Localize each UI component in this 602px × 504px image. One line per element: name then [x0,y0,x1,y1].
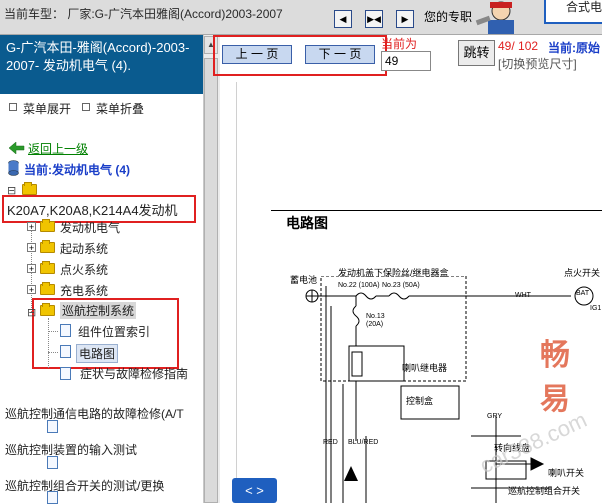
mechanic-icon [475,1,514,34]
tree-line [48,352,58,353]
preview-size-toggle[interactable]: [切换预览尺寸] [498,55,577,72]
tree-item-cruise-switch-test[interactable]: 巡航控制组合开关的测试/更换 [5,477,164,494]
page-count: 49/ 102 [498,39,539,53]
folder-icon [40,240,55,253]
sidebar-title: G-广汽本田-雅阁(Accord)-2003-2007- 发动机电气 (4). [0,35,203,94]
folder-icon [40,261,55,274]
vehicle-info: 当前车型： 厂家:G-广汽本田雅阁(Accord)2003-2007 [4,8,283,21]
folder-open-icon [40,303,55,316]
collapse-minus-icon[interactable]: ⊟ [27,306,36,319]
expand-plus-icon[interactable]: + [27,222,36,232]
diagram-title: 电路图 [286,215,328,231]
sidebar-scroll-thumb[interactable] [204,58,218,503]
back-link[interactable]: 返回上一级 [28,140,88,157]
next-nav-button[interactable]: ▶ [396,10,414,28]
document-icon [60,324,71,337]
folder-icon [22,182,37,195]
back-arrow-icon [9,142,25,154]
tree-line [48,331,58,332]
next-page-button[interactable]: 下 一 页 [305,45,375,64]
collapse-icon [82,103,90,111]
document-icon [60,345,71,358]
pause-nav-button[interactable]: ▶◀ [365,10,383,28]
tree-item-troubleshooting-guide[interactable]: 症状与故障检修指南 [80,365,188,382]
tree-item-cruise-control[interactable]: 巡航控制系统 [60,302,137,319]
profession-label: 您的专职 [424,10,473,24]
tree-item-cruise-input-test[interactable]: 巡航控制装置的输入测试 [5,441,137,458]
prev-nav-button[interactable]: ◀ [334,10,352,28]
folder-icon [40,282,55,295]
tree-item-circuit-diagram[interactable]: 电路图 [76,344,119,363]
document-icon [47,491,58,504]
current-doc-label: 当前:原始 [548,41,600,55]
logo: 合式电 [544,0,602,24]
expand-plus-icon[interactable]: + [27,264,36,274]
tree-item-engine-electrical[interactable]: 发动机电气 [60,219,120,236]
jump-button[interactable]: 跳转 [458,40,495,66]
watermark-logo: 畅易 [540,339,572,416]
document-icon [47,420,58,433]
bottom-nav-button[interactable]: < > [232,478,277,503]
current-location: 当前:发动机电气 (4) [24,163,130,177]
menu-expand-link[interactable]: 菜单展开 [23,100,71,117]
document-icon [60,367,71,380]
folder-icon [40,219,55,232]
tree-line [48,318,49,368]
current-page-label: 当前为 [381,37,418,51]
tree-item-starting[interactable]: 起动系统 [60,240,108,257]
prev-page-button[interactable]: 上 一 页 [222,45,292,64]
expand-plus-icon[interactable]: + [27,285,36,295]
expand-icon [9,103,17,111]
tree-item-ignition[interactable]: 点火系统 [60,261,108,278]
document-icon [47,456,58,469]
expand-plus-icon[interactable]: + [27,243,36,253]
tree-item-component-index[interactable]: 组件位置索引 [78,323,150,340]
tree-item-cruise-comm-circuit[interactable]: 巡航控制通信电路的故障检修(A/T [5,405,184,422]
diagram-rule [271,210,602,211]
menu-collapse-link[interactable]: 菜单折叠 [96,100,144,117]
page-number-input[interactable] [381,51,431,71]
tree-item-charging[interactable]: 充电系统 [60,282,108,299]
engine-label[interactable]: K20A7,K20A8,K214A4发动机 [7,200,178,219]
database-icon [8,160,19,176]
